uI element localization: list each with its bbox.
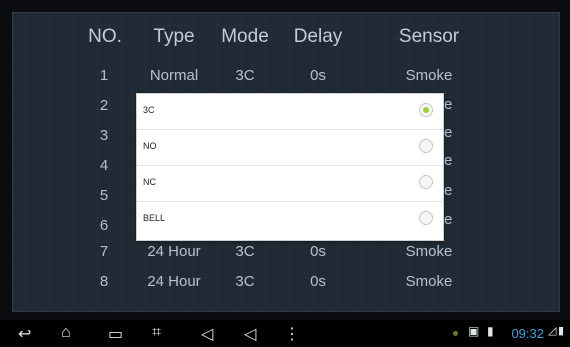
header-no: NO. xyxy=(88,26,122,47)
notification-dot-icon xyxy=(453,331,458,336)
row-7-sensor[interactable]: Smoke xyxy=(384,243,474,260)
row-6-sensor[interactable]: e xyxy=(444,96,452,113)
header-delay: Delay xyxy=(293,26,343,47)
system-nav-bar: ↩ ⌂ ▭ ⌗ ◁ ◁ ⋮ ▣ ▮ 09:32 ◿ ▮ xyxy=(0,320,570,347)
row-1-type[interactable]: Normal xyxy=(128,67,220,84)
image-icon: ▣ xyxy=(468,324,480,338)
header-type: Type xyxy=(153,26,195,47)
row-3-sensor[interactable]: e xyxy=(444,152,452,169)
row-8-mode[interactable]: 3C xyxy=(210,273,280,290)
row-8-delay[interactable]: 0s xyxy=(282,273,354,290)
back-icon[interactable]: ↩ xyxy=(18,324,31,344)
radio-unselected-icon[interactable] xyxy=(419,175,433,189)
row-2-sensor[interactable]: e xyxy=(444,124,452,141)
row-7-mode[interactable]: 3C xyxy=(210,243,280,260)
volume-up-icon[interactable]: ◁ xyxy=(244,324,256,344)
battery-icon: ▮ xyxy=(558,325,565,337)
row-5-sensor[interactable]: e xyxy=(444,211,452,228)
home-icon[interactable]: ⌂ xyxy=(61,324,71,342)
row-8-sensor[interactable]: Smoke xyxy=(384,273,474,290)
radio-unselected-icon[interactable] xyxy=(419,139,433,153)
row-6-no[interactable]: 6 xyxy=(78,217,130,234)
row-7-no[interactable]: 7 xyxy=(78,243,130,260)
option-bell[interactable]: BELL xyxy=(137,202,443,238)
option-nc[interactable]: NC xyxy=(137,166,443,202)
row-1-mode[interactable]: 3C xyxy=(210,67,280,84)
screenshot-icon[interactable]: ⌗ xyxy=(152,324,161,342)
row-2-no[interactable]: 2 xyxy=(78,97,130,114)
row-4-no[interactable]: 4 xyxy=(78,157,130,174)
row-1-sensor[interactable]: Smoke xyxy=(384,67,474,84)
menu-icon[interactable]: ⋮ xyxy=(284,324,300,344)
option-label: BELL xyxy=(143,213,166,223)
signal-icon: ◿ xyxy=(548,325,557,337)
option-label: 3C xyxy=(143,105,155,115)
row-3-no[interactable]: 3 xyxy=(78,127,130,144)
mode-select-dialog: 3C NO NC BELL xyxy=(136,93,444,241)
header-sensor: Sensor xyxy=(398,26,460,47)
clock-time: 09:32 xyxy=(511,326,544,341)
radio-unselected-icon[interactable] xyxy=(419,211,433,225)
row-7-type[interactable]: 24 Hour xyxy=(128,243,220,260)
radio-selected-icon[interactable] xyxy=(419,103,433,117)
option-3c[interactable]: 3C xyxy=(137,94,443,130)
sd-card-icon: ▮ xyxy=(487,324,494,338)
row-8-no[interactable]: 8 xyxy=(78,273,130,290)
option-label: NC xyxy=(143,177,156,187)
recent-apps-icon[interactable]: ▭ xyxy=(108,324,123,344)
row-1-delay[interactable]: 0s xyxy=(282,67,354,84)
row-4-sensor[interactable]: e xyxy=(444,182,452,199)
app-screen: NO. Type Mode Delay Sensor 1 Normal 3C 0… xyxy=(0,0,570,347)
row-7-delay[interactable]: 0s xyxy=(282,243,354,260)
option-label: NO xyxy=(143,141,157,151)
row-5-no[interactable]: 5 xyxy=(78,187,130,204)
volume-down-icon[interactable]: ◁ xyxy=(201,324,213,344)
row-1-no[interactable]: 1 xyxy=(78,67,130,84)
row-8-type[interactable]: 24 Hour xyxy=(128,273,220,290)
option-no[interactable]: NO xyxy=(137,130,443,166)
header-mode: Mode xyxy=(221,26,269,47)
